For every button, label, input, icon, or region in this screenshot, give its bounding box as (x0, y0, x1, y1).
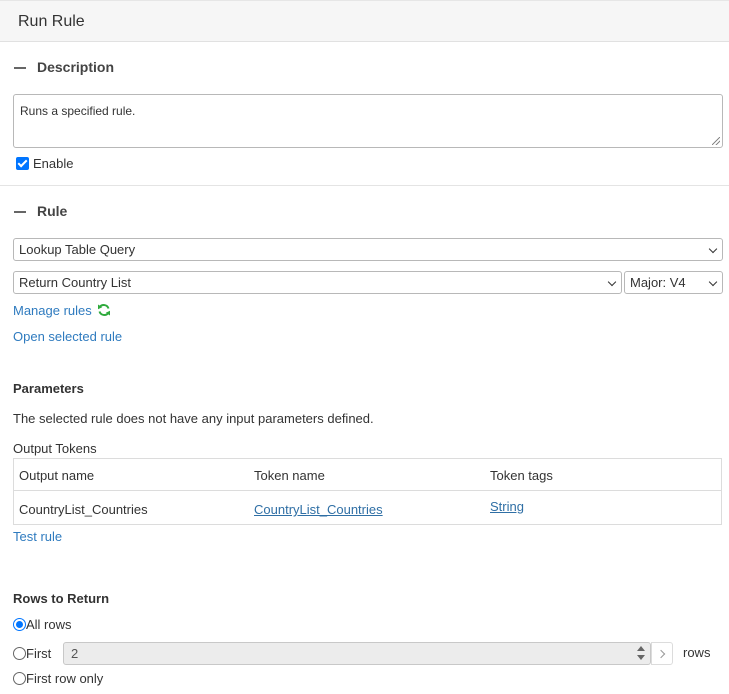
rows-unit-label: rows (683, 645, 711, 660)
first-rows-count-input[interactable]: 2 (63, 642, 651, 665)
spin-down-icon[interactable] (637, 655, 645, 660)
parameters-message: The selected rule does not have any inpu… (13, 411, 374, 426)
output-tokens-heading: Output Tokens (13, 441, 97, 456)
rows-to-return-heading: Rows to Return (13, 591, 110, 606)
next-button[interactable] (651, 642, 673, 665)
version-value: Major: V4 (630, 275, 686, 290)
section-divider (0, 185, 729, 186)
description-text: Runs a specified rule. (20, 104, 136, 118)
number-spinner[interactable] (634, 645, 648, 662)
rule-section-title[interactable]: Rule (37, 203, 67, 219)
collapse-rule-icon[interactable] (14, 211, 26, 213)
all-rows-label[interactable]: All rows (26, 617, 72, 632)
refresh-icon[interactable] (97, 303, 111, 317)
description-textarea[interactable]: Runs a specified rule. (13, 94, 723, 148)
chevron-down-icon (708, 277, 718, 287)
parameters-heading: Parameters (13, 381, 84, 396)
chevron-down-icon (708, 244, 718, 254)
rule-type-value: Lookup Table Query (19, 242, 136, 257)
manage-rules-link[interactable]: Manage rules (13, 303, 92, 318)
output-name-cell: CountryList_Countries (19, 502, 148, 517)
first-rows-radio[interactable] (13, 647, 26, 660)
test-rule-link[interactable]: Test rule (13, 529, 62, 544)
chevron-down-icon (607, 277, 617, 287)
rule-value: Return Country List (19, 275, 131, 290)
version-select[interactable]: Major: V4 (624, 271, 723, 294)
enable-label[interactable]: Enable (33, 156, 73, 171)
first-row-only-radio[interactable] (13, 672, 26, 685)
first-rows-label[interactable]: First (26, 646, 51, 661)
column-header-output-name: Output name (19, 468, 95, 483)
rule-select[interactable]: Return Country List (13, 271, 622, 294)
spin-up-icon[interactable] (637, 646, 645, 651)
collapse-description-icon[interactable] (14, 67, 26, 69)
open-selected-rule-link[interactable]: Open selected rule (13, 329, 122, 344)
panel-header: Run Rule (0, 0, 729, 42)
resize-grip-icon[interactable] (712, 137, 720, 145)
rule-type-select[interactable]: Lookup Table Query (13, 238, 723, 261)
column-header-token-name: Token name (254, 468, 325, 483)
token-name-link[interactable]: CountryList_Countries (254, 502, 383, 517)
page-title: Run Rule (18, 13, 85, 30)
all-rows-radio[interactable] (13, 618, 26, 631)
description-section-title[interactable]: Description (37, 59, 114, 75)
enable-checkbox[interactable] (16, 157, 29, 170)
column-header-token-tags: Token tags (490, 468, 553, 483)
table-divider (14, 490, 721, 491)
first-row-only-label[interactable]: First row only (26, 671, 103, 686)
output-tokens-table: Output name Token name Token tags Countr… (13, 458, 722, 525)
first-rows-count-value: 2 (71, 646, 79, 661)
token-tags-link[interactable]: String (490, 499, 524, 514)
chevron-right-icon (656, 649, 666, 659)
